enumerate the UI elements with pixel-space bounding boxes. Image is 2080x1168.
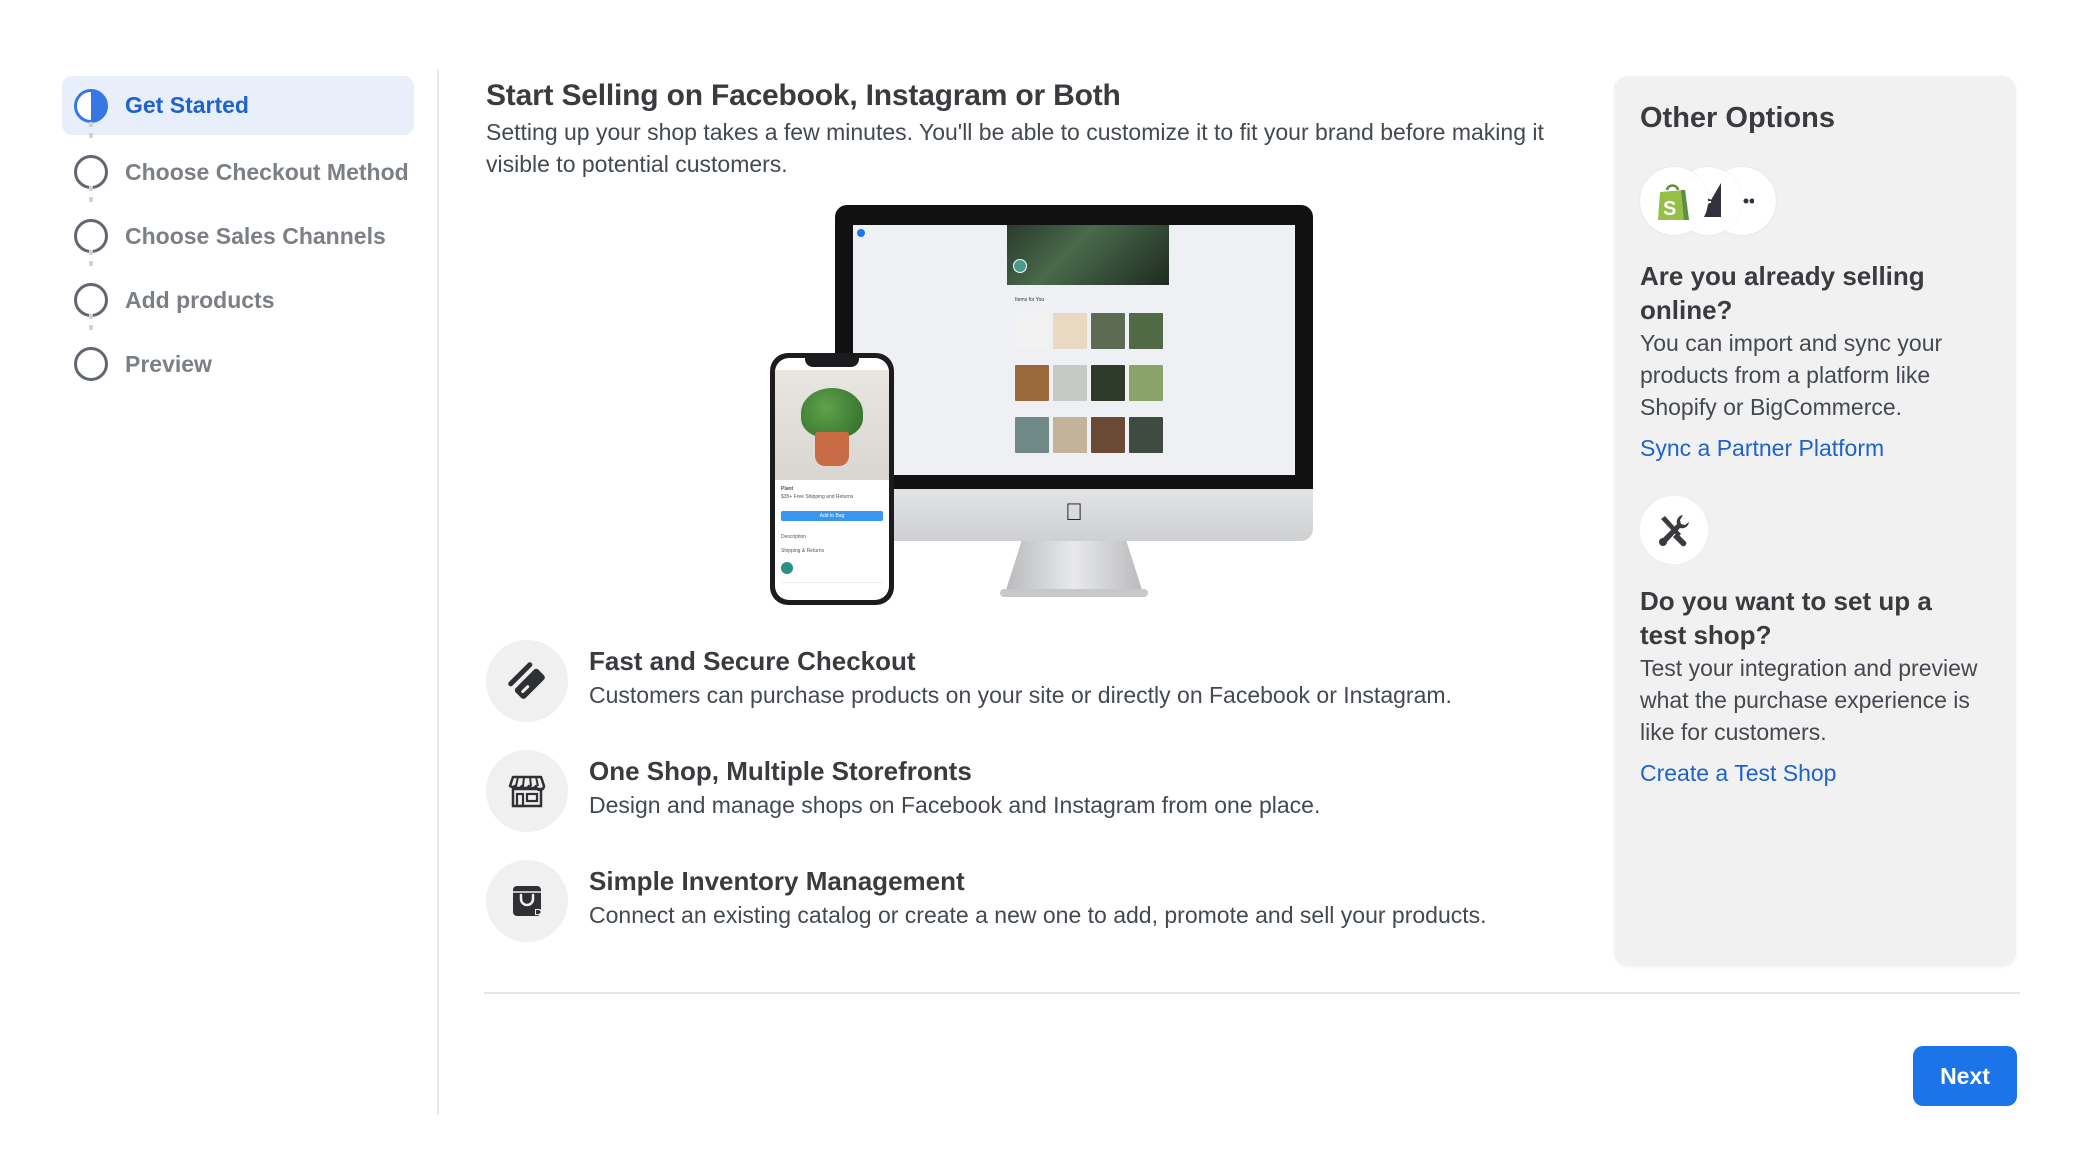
product-tile: [1129, 313, 1163, 349]
step-connector: [89, 250, 93, 272]
shop-preview-illustration: Items for You : [770, 205, 1315, 605]
main-content: Start Selling on Facebook, Instagram or …: [486, 76, 1586, 180]
step-add-products[interactable]: Add products: [62, 250, 414, 332]
svg-text:S: S: [1663, 198, 1676, 220]
partner-logos: B S: [1640, 167, 1990, 239]
monitor-section-label: Items for You: [1015, 297, 1045, 303]
shop-cover-photo: [1007, 225, 1169, 285]
storefront-icon: [486, 750, 568, 832]
phone-tab-bar: [781, 582, 883, 590]
product-tile: [1015, 365, 1049, 401]
phone-screen: Plant $35+ Free Shipping and Returns Add…: [775, 358, 889, 600]
feature-item: Fast and Secure Checkout Customers can p…: [486, 640, 1586, 750]
other-options-title: Other Options: [1640, 102, 1835, 134]
step-label: Get Started: [125, 92, 249, 118]
other-options-panel: Other Options B S Are you already sellin…: [1614, 76, 2016, 966]
option-description: Test your integration and preview what t…: [1640, 655, 1978, 745]
monitor-base: [1000, 589, 1148, 597]
monitor-bezel: Items for You: [835, 205, 1313, 489]
step-label: Add products: [125, 286, 275, 313]
empty-circle-icon: [74, 219, 108, 253]
step-connector: [89, 314, 93, 336]
step-connector: [89, 186, 93, 208]
option-question: Are you already selling online?: [1640, 261, 1925, 325]
empty-circle-icon: [74, 347, 108, 381]
feature-item: One Shop, Multiple Storefronts Design an…: [486, 750, 1586, 860]
phone-mockup: Plant $35+ Free Shipping and Returns Add…: [770, 353, 894, 605]
shopify-logo: S: [1640, 167, 1708, 235]
feature-list: Fast and Secure Checkout Customers can p…: [486, 640, 1586, 970]
product-tile: [1015, 313, 1049, 349]
sidebar-divider: [437, 70, 439, 1115]
phone-notch: [805, 358, 859, 367]
apple-logo-icon: : [1064, 501, 1084, 525]
credit-card-icon: [486, 640, 568, 722]
product-grid: [1015, 313, 1163, 453]
feature-description: Design and manage shops on Facebook and …: [589, 792, 1321, 818]
phone-add-to-bag-button: Add to Bag: [781, 511, 883, 521]
feature-description: Customers can purchase products on your …: [589, 682, 1452, 708]
product-tile: [1129, 417, 1163, 453]
phone-row: Description: [781, 534, 807, 540]
phone-shop-avatar: [781, 562, 793, 574]
option-sync-partner: Are you already selling online? You can …: [1640, 259, 1990, 462]
shop-avatar: [1013, 259, 1027, 273]
feature-description: Connect an existing catalog or create a …: [589, 902, 1487, 928]
step-label: Choose Checkout Method: [125, 158, 409, 185]
monitor-screen: Items for You: [853, 225, 1295, 475]
step-get-started[interactable]: Get Started: [62, 76, 414, 135]
phone-row: Shipping & Returns: [781, 548, 825, 554]
monitor-stand: [1005, 541, 1143, 593]
step-connector: [89, 122, 93, 144]
product-tile: [1015, 417, 1049, 453]
product-tile: [1091, 365, 1125, 401]
product-tile: [1091, 417, 1125, 453]
step-label: Preview: [125, 350, 212, 377]
product-tile: [1129, 365, 1163, 401]
shopping-bag-icon: [486, 860, 568, 942]
footer-divider: [484, 992, 2020, 994]
phone-shipping-text: $35+ Free Shipping and Returns: [781, 494, 854, 500]
empty-circle-icon: [74, 155, 108, 189]
plant-leaves: [801, 388, 863, 438]
product-tile: [1053, 313, 1087, 349]
page-subtitle: Setting up your shop takes a few minutes…: [486, 119, 1544, 177]
half-filled-progress-icon: [74, 88, 108, 123]
desktop-monitor-mockup: Items for You : [835, 205, 1313, 605]
option-question: Do you want to set up a test shop?: [1640, 586, 1932, 650]
product-tile: [1053, 365, 1087, 401]
step-preview[interactable]: Preview: [62, 314, 414, 396]
step-choose-sales-channels[interactable]: Choose Sales Channels: [62, 186, 414, 268]
product-tile: [1091, 313, 1125, 349]
facebook-logo-icon: [857, 229, 865, 237]
step-label: Choose Sales Channels: [125, 222, 386, 249]
next-button[interactable]: Next: [1913, 1046, 2017, 1106]
empty-circle-icon: [74, 283, 108, 317]
step-choose-checkout-method[interactable]: Choose Checkout Method: [62, 122, 414, 204]
product-tile: [1053, 417, 1087, 453]
plant-photo: [775, 370, 889, 480]
create-test-shop-link[interactable]: Create a Test Shop: [1640, 760, 1836, 787]
option-test-shop: Do you want to set up a test shop? Test …: [1640, 584, 1990, 787]
sync-partner-platform-link[interactable]: Sync a Partner Platform: [1640, 435, 1884, 462]
option-description: You can import and sync your products fr…: [1640, 330, 1943, 420]
setup-steps-sidebar: Get Started Choose Checkout Method Choos…: [62, 76, 414, 396]
phone-product-name: Plant: [781, 486, 794, 492]
plant-pot: [815, 432, 849, 466]
page-title: Start Selling on Facebook, Instagram or …: [486, 79, 1121, 112]
feature-title: Fast and Secure Checkout: [589, 646, 916, 676]
tools-icon: [1640, 496, 1708, 564]
feature-item: Simple Inventory Management Connect an e…: [486, 860, 1586, 970]
feature-title: Simple Inventory Management: [589, 866, 965, 896]
feature-title: One Shop, Multiple Storefronts: [589, 756, 972, 786]
